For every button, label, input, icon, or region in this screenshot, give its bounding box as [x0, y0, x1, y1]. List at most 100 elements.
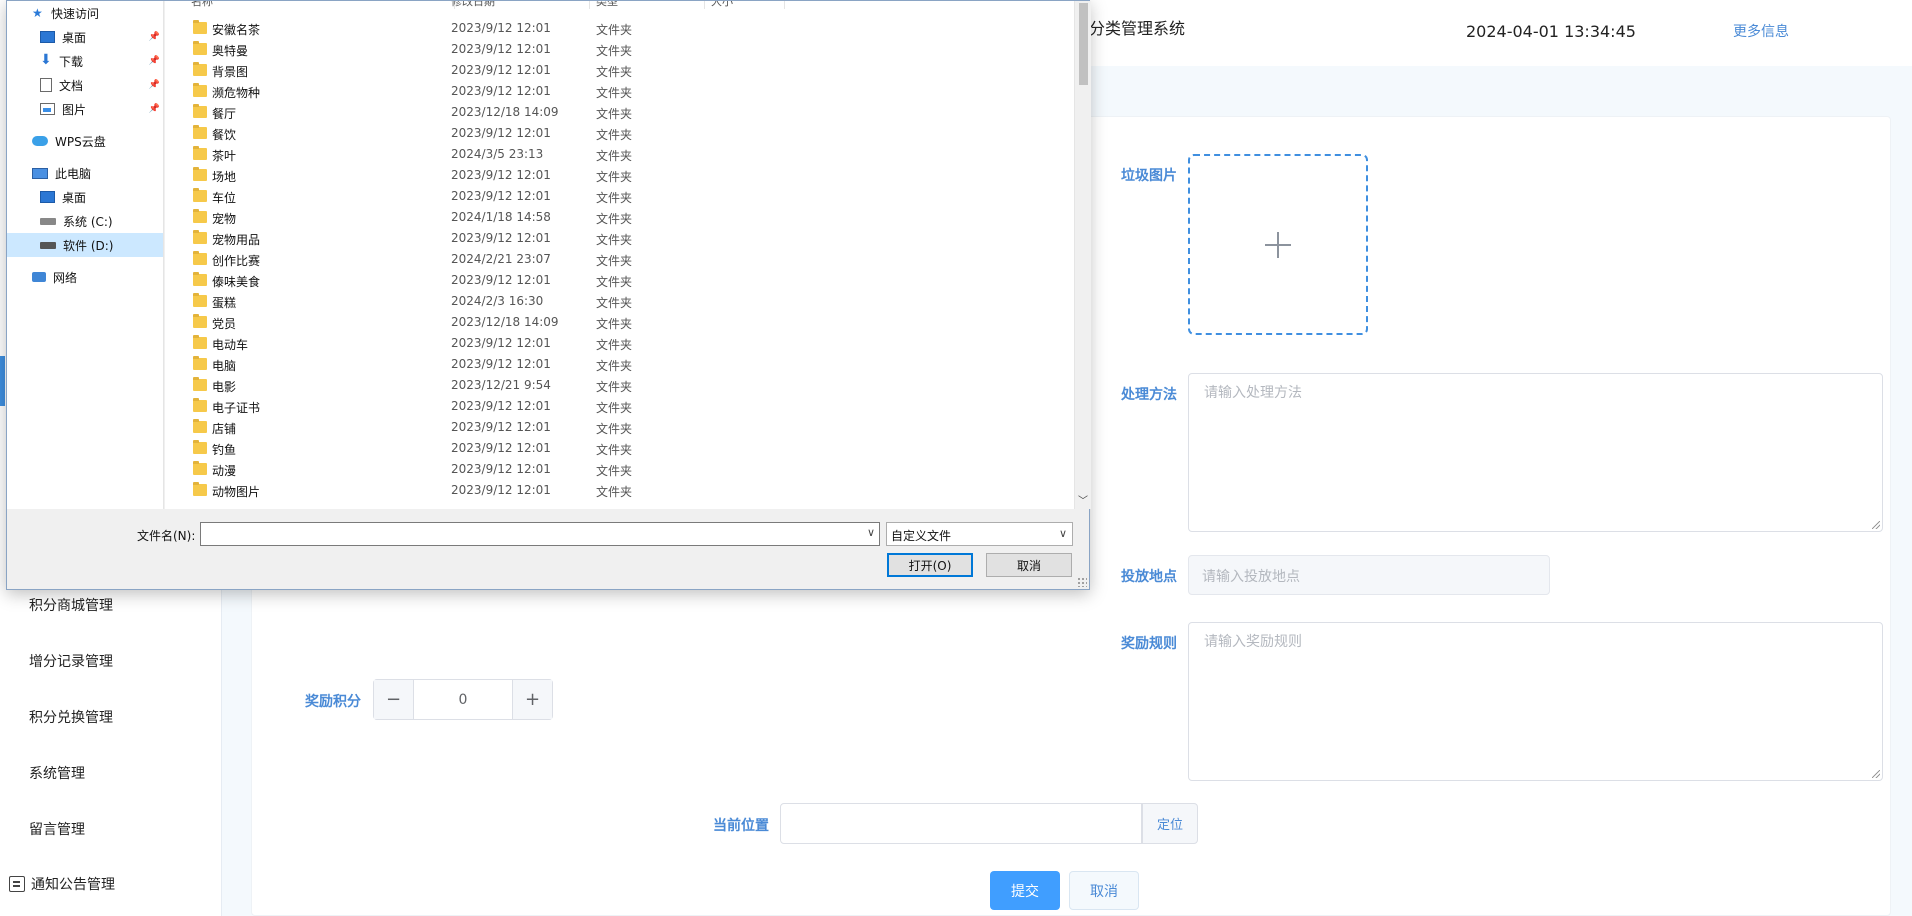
- nav-this-pc[interactable]: 此电脑: [7, 161, 163, 185]
- file-date: 2024/1/18 14:58: [451, 210, 551, 224]
- sidebar-item-system[interactable]: 系统管理: [29, 763, 85, 783]
- nav-pictures[interactable]: 图片 📌: [7, 97, 163, 121]
- file-row[interactable]: 餐厅 2023/12/18 14:09 文件夹: [165, 102, 1074, 123]
- file-type: 文件夹: [596, 86, 633, 100]
- notice-icon: [9, 876, 25, 892]
- place-input[interactable]: 请输入投放地点: [1188, 555, 1550, 595]
- nav-wps-cloud[interactable]: WPS云盘: [7, 129, 163, 153]
- nav-label: 桌面: [62, 190, 87, 205]
- file-name: 车位: [212, 191, 237, 205]
- resize-grip[interactable]: [1077, 577, 1087, 587]
- document-icon: [40, 78, 52, 92]
- nav-drive-c[interactable]: 系统 (C:): [7, 209, 163, 233]
- folder-icon: [193, 419, 207, 433]
- sidebar-item-notices[interactable]: 通知公告管理: [9, 874, 115, 894]
- file-date: 2024/3/5 23:13: [451, 147, 544, 161]
- nav-documents[interactable]: 文档 📌: [7, 73, 163, 97]
- image-upload[interactable]: [1188, 154, 1368, 335]
- column-type[interactable]: 类型: [590, 1, 705, 9]
- nav-desktop-pinned[interactable]: 桌面 📌: [7, 25, 163, 49]
- file-row[interactable]: 电影 2023/12/21 9:54 文件夹: [165, 375, 1074, 396]
- sidebar-item-points-mall[interactable]: 积分商城管理: [29, 595, 113, 615]
- method-textarea[interactable]: 请输入处理方法: [1188, 373, 1883, 532]
- file-date: 2023/9/12 12:01: [451, 420, 551, 434]
- file-type: 文件夹: [596, 149, 633, 163]
- file-type: 文件夹: [596, 296, 633, 310]
- filename-input[interactable]: ∨: [200, 522, 880, 546]
- desktop-icon: [40, 191, 55, 203]
- file-date: 2023/9/12 12:01: [451, 42, 551, 56]
- open-file-dialog: ★ 快速访问 桌面 📌 ⬇ 下载 📌 文档 📌 图片 📌 WPS云盘 此电脑 桌…: [6, 0, 1091, 590]
- sidebar-item-points-records[interactable]: 增分记录管理: [29, 651, 113, 671]
- file-row[interactable]: 背景图 2023/9/12 12:01 文件夹: [165, 60, 1074, 81]
- submit-button[interactable]: 提交: [990, 871, 1060, 910]
- resize-handle[interactable]: [1872, 770, 1880, 778]
- file-row[interactable]: 蛋糕 2024/2/3 16:30 文件夹: [165, 291, 1074, 312]
- file-date: 2023/9/12 12:01: [451, 462, 551, 476]
- form-cancel-button[interactable]: 取消: [1069, 871, 1139, 910]
- rule-placeholder: 请输入奖励规则: [1204, 634, 1302, 650]
- file-name: 动物图片: [212, 485, 261, 499]
- file-row[interactable]: 党员 2023/12/18 14:09 文件夹: [165, 312, 1074, 333]
- file-row[interactable]: 动物图片 2023/9/12 12:01 文件夹: [165, 480, 1074, 501]
- file-row[interactable]: 宠物 2024/1/18 14:58 文件夹: [165, 207, 1074, 228]
- chevron-down-icon[interactable]: ∨: [867, 526, 875, 539]
- chevron-down-icon[interactable]: ﹀: [1078, 492, 1088, 507]
- increment-button[interactable]: +: [512, 680, 552, 719]
- file-row[interactable]: 傣味美食 2023/9/12 12:01 文件夹: [165, 270, 1074, 291]
- sidebar-item-messages[interactable]: 留言管理: [29, 819, 85, 839]
- open-button[interactable]: 打开(O): [887, 553, 973, 577]
- nav-downloads[interactable]: ⬇ 下载 📌: [7, 49, 163, 73]
- file-row[interactable]: 奥特曼 2023/9/12 12:01 文件夹: [165, 39, 1074, 60]
- locate-button[interactable]: 定位: [1142, 803, 1198, 844]
- folder-icon: [193, 377, 207, 391]
- rule-textarea[interactable]: 请输入奖励规则: [1188, 622, 1883, 781]
- filename-label: 文件名(N):: [137, 529, 196, 543]
- folder-icon: [193, 293, 207, 307]
- file-row[interactable]: 宠物用品 2023/9/12 12:01 文件夹: [165, 228, 1074, 249]
- file-date: 2023/9/12 12:01: [451, 168, 551, 182]
- file-name: 餐饮: [212, 128, 237, 142]
- nav-label: 此电脑: [55, 166, 92, 181]
- column-size[interactable]: 大小: [705, 1, 785, 9]
- file-date: 2023/9/12 12:01: [451, 441, 551, 455]
- points-value[interactable]: 0: [414, 680, 512, 719]
- column-name[interactable]: 名称: [185, 1, 455, 9]
- file-type: 文件夹: [596, 464, 633, 478]
- nav-label: 桌面: [62, 30, 87, 45]
- decrement-button[interactable]: −: [374, 680, 414, 719]
- file-row[interactable]: 茶叶 2024/3/5 23:13 文件夹: [165, 144, 1074, 165]
- file-row[interactable]: 钓鱼 2023/9/12 12:01 文件夹: [165, 438, 1074, 459]
- dialog-cancel-button[interactable]: 取消: [986, 553, 1072, 577]
- column-date[interactable]: 修改日期: [445, 1, 590, 9]
- file-row[interactable]: 动漫 2023/9/12 12:01 文件夹: [165, 459, 1074, 480]
- more-info-link[interactable]: 更多信息: [1733, 21, 1789, 41]
- file-type: 文件夹: [596, 44, 633, 58]
- file-row[interactable]: 安徽名茶 2023/9/12 12:01 文件夹: [165, 18, 1074, 39]
- plus-icon: [1265, 231, 1291, 258]
- nav-desktop[interactable]: 桌面: [7, 185, 163, 209]
- location-input[interactable]: [780, 803, 1142, 844]
- file-date: 2023/12/18 14:09: [451, 105, 559, 119]
- file-row[interactable]: 场地 2023/9/12 12:01 文件夹: [165, 165, 1074, 186]
- nav-quick-access[interactable]: ★ 快速访问: [7, 1, 163, 25]
- file-row[interactable]: 餐饮 2023/9/12 12:01 文件夹: [165, 123, 1074, 144]
- nav-drive-d[interactable]: 软件 (D:): [7, 233, 163, 257]
- file-name: 宠物用品: [212, 233, 261, 247]
- file-row[interactable]: 车位 2023/9/12 12:01 文件夹: [165, 186, 1074, 207]
- file-row[interactable]: 创作比赛 2024/2/21 23:07 文件夹: [165, 249, 1074, 270]
- sidebar-item-label: 通知公告管理: [31, 877, 115, 893]
- file-row[interactable]: 电子证书 2023/9/12 12:01 文件夹: [165, 396, 1074, 417]
- resize-handle[interactable]: [1872, 521, 1880, 529]
- file-row[interactable]: 电脑 2023/9/12 12:01 文件夹: [165, 354, 1074, 375]
- file-list-scrollbar[interactable]: ﹀: [1074, 1, 1091, 509]
- filetype-select[interactable]: 自定义文件 ∨: [886, 522, 1073, 546]
- file-row[interactable]: 电动车 2023/9/12 12:01 文件夹: [165, 333, 1074, 354]
- file-row[interactable]: 店铺 2023/9/12 12:01 文件夹: [165, 417, 1074, 438]
- file-row[interactable]: 濒危物种 2023/9/12 12:01 文件夹: [165, 81, 1074, 102]
- sidebar-item-points-exchange[interactable]: 积分兑换管理: [29, 707, 113, 727]
- file-date: 2023/9/12 12:01: [451, 84, 551, 98]
- scrollbar-thumb[interactable]: [1079, 3, 1088, 85]
- rule-label: 奖励规则: [1121, 636, 1177, 652]
- nav-network[interactable]: 网络: [7, 265, 163, 289]
